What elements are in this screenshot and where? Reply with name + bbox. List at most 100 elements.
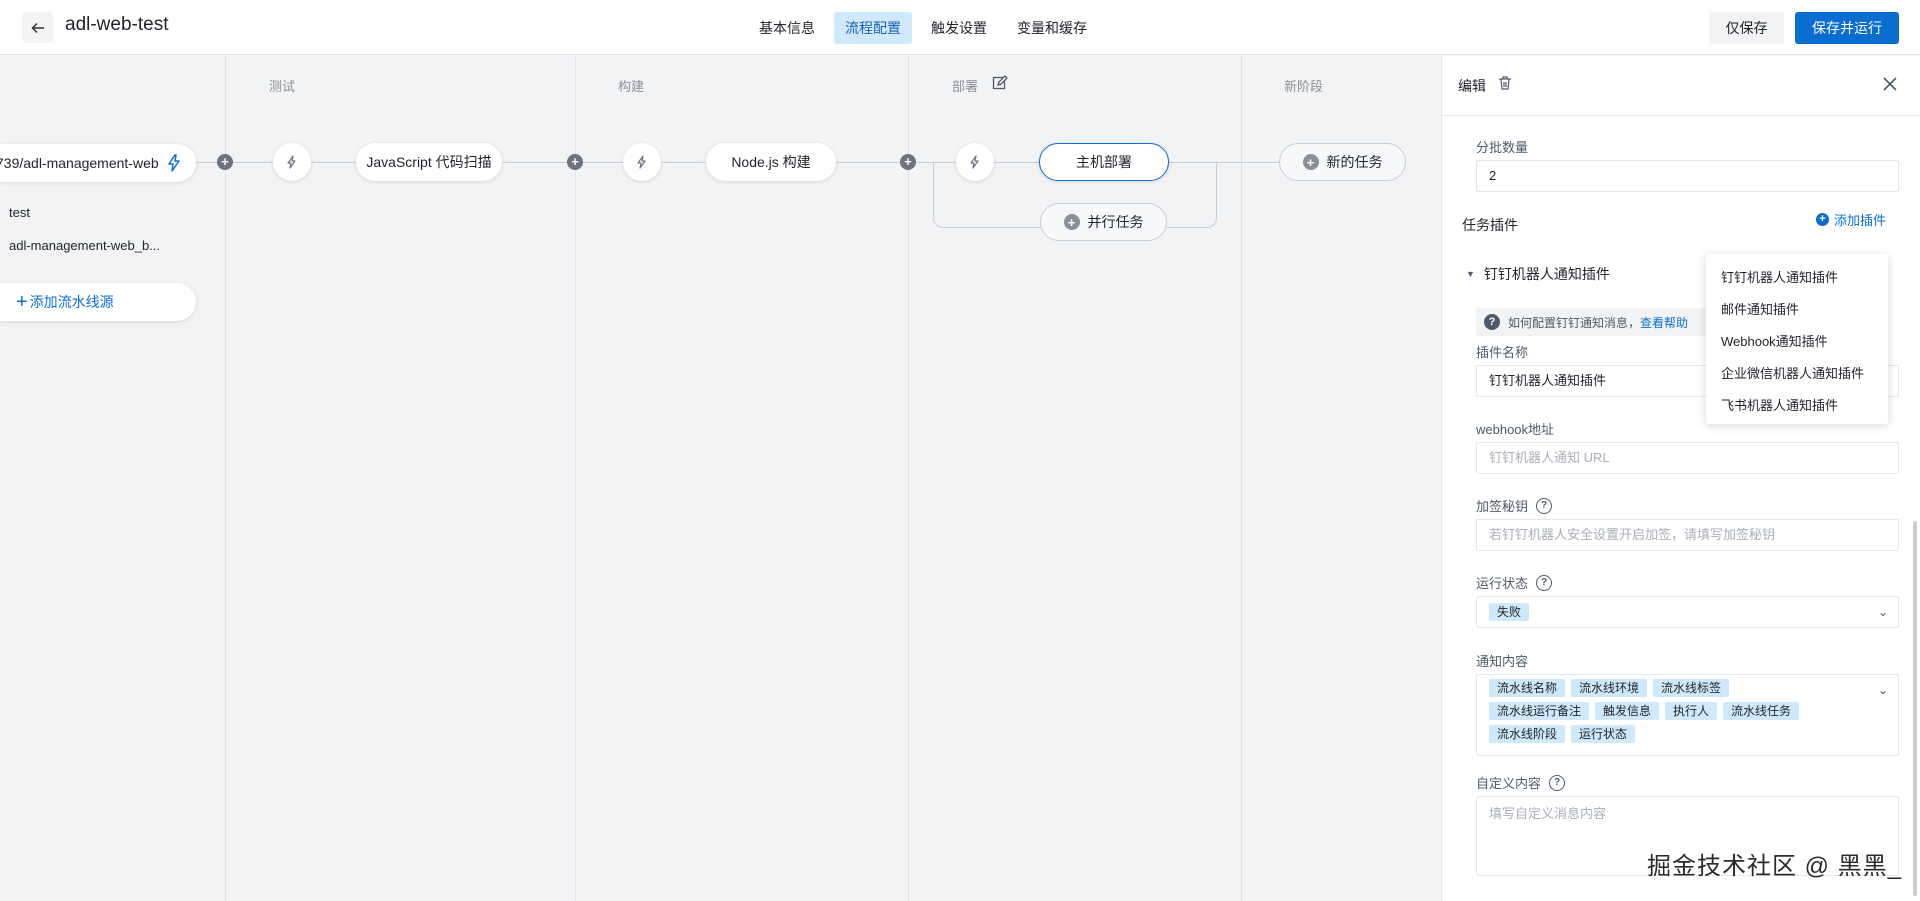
source-branch-item: adl-management-web_b... (9, 238, 161, 253)
arrow-left-icon (30, 22, 44, 33)
parallel-task-label: 并行任务 (1087, 214, 1144, 230)
plus-circle-icon: + (1816, 213, 1829, 226)
plus-icon: + (16, 291, 28, 313)
back-button[interactable] (22, 12, 53, 43)
notify-tag[interactable]: 触发信息 (1595, 702, 1660, 720)
notify-content-label: 通知内容 (1476, 654, 1529, 669)
lightning-icon (637, 155, 646, 169)
panel-header: 编辑 (1442, 56, 1920, 116)
column-divider (908, 56, 909, 901)
dropdown-item-dingtalk[interactable]: 钉钉机器人通知插件 (1706, 262, 1888, 294)
stage-trigger-button[interactable] (623, 143, 661, 181)
dropdown-item-email[interactable]: 邮件通知插件 (1706, 294, 1888, 326)
column-divider (1241, 56, 1242, 901)
custom-content-label: 自定义内容 ? (1476, 773, 1566, 792)
tab-flow-config[interactable]: 流程配置 (834, 12, 912, 44)
lightning-icon[interactable] (167, 154, 181, 172)
secret-label: 加签秘钥 ? (1476, 496, 1553, 515)
plugin-collapse-header[interactable]: ▼ 钉钉机器人通知插件 (1466, 264, 1610, 284)
help-banner: ? 如何配置钉钉通知消息， 查看帮助 (1476, 308, 1706, 336)
page-title: adl-web-test (65, 14, 169, 35)
add-pipeline-source-button[interactable]: + 添加流水线源 (0, 283, 196, 321)
run-status-label-text: 运行状态 (1476, 576, 1529, 591)
run-status-select[interactable]: 失败 ⌄ (1476, 596, 1899, 628)
top-header: adl-web-test 基本信息 流程配置 触发设置 变量和缓存 仅保存 保存… (0, 0, 1920, 55)
stage-label-build[interactable]: 构建 (618, 76, 644, 95)
help-circle-icon[interactable]: ? (1536, 497, 1553, 514)
column-divider (575, 56, 576, 901)
caret-down-icon: ▼ (1466, 269, 1475, 279)
notify-tag[interactable]: 流水线名称 (1489, 679, 1566, 697)
run-status-label: 运行状态 ? (1476, 573, 1553, 592)
plus-circle-icon: + (1063, 214, 1080, 230)
tab-basic-info[interactable]: 基本信息 (748, 12, 826, 44)
add-source-label: 添加流水线源 (29, 294, 114, 310)
add-plugin-label: 添加插件 (1834, 213, 1887, 228)
notify-tag[interactable]: 流水线运行备注 (1489, 702, 1590, 720)
add-plugin-button[interactable]: + 添加插件 (1816, 210, 1886, 229)
edit-icon[interactable] (992, 75, 1008, 91)
source-branch-item: test (9, 205, 30, 220)
stage-label-deploy[interactable]: 部署 (952, 76, 978, 95)
task-node[interactable]: Node.js 构建 (706, 143, 836, 181)
notify-tag[interactable]: 执行人 (1665, 702, 1718, 720)
dropdown-item-feishu[interactable]: 飞书机器人通知插件 (1706, 390, 1888, 422)
tab-trigger-settings[interactable]: 触发设置 (920, 12, 998, 44)
save-and-run-button[interactable]: 保存并运行 (1795, 12, 1899, 44)
panel-scrollbar[interactable] (1913, 521, 1917, 896)
task-plugins-title: 任务插件 (1462, 217, 1518, 233)
notify-content-select[interactable]: 流水线名称 流水线环境 流水线标签流水线运行备注 触发信息 执行人 流水线任务流水线阶段运… (1476, 674, 1899, 756)
webhook-label: webhook地址 (1476, 422, 1555, 437)
secret-input[interactable]: 若钉钉机器人安全设置开启加签，请填写加签秘钥 (1476, 519, 1899, 551)
pipeline-source-name: 739/adl-management-web (0, 155, 159, 171)
question-icon: ? (1484, 314, 1500, 330)
edit-panel: 编辑 分批数量 2 任务插件 + 添加插件 ▼ 钉钉机器人通知插件 ? 如何配置… (1441, 56, 1920, 901)
add-stage-plus-icon[interactable]: + (900, 154, 916, 170)
batch-count-input[interactable]: 2 (1476, 160, 1899, 192)
add-new-task-button[interactable]: + 新的任务 (1279, 143, 1406, 181)
lightning-icon (970, 155, 979, 169)
trash-icon[interactable] (1497, 75, 1513, 91)
chevron-down-icon: ⌄ (1877, 683, 1888, 697)
notify-tag[interactable]: 流水线标签 (1653, 679, 1730, 697)
new-task-label: 新的任务 (1326, 154, 1383, 170)
help-circle-icon[interactable]: ? (1536, 574, 1553, 591)
secret-label-text: 加签秘钥 (1476, 499, 1529, 514)
pipeline-canvas: 测试 构建 部署 新阶段 739/adl-management-web test… (0, 56, 1440, 901)
notify-tag[interactable]: 流水线阶段 (1489, 725, 1566, 743)
task-node[interactable]: JavaScript 代码扫描 (356, 143, 502, 181)
lightning-icon (287, 155, 296, 169)
plugin-name-label: 插件名称 (1476, 345, 1529, 360)
panel-title: 编辑 (1458, 78, 1486, 94)
stage-label-new[interactable]: 新阶段 (1284, 76, 1323, 95)
stage-trigger-button[interactable] (956, 143, 994, 181)
notify-tag[interactable]: 运行状态 (1571, 725, 1636, 743)
dropdown-item-webhook[interactable]: Webhook通知插件 (1706, 326, 1888, 358)
plugin-type-dropdown: 钉钉机器人通知插件 邮件通知插件 Webhook通知插件 企业微信机器人通知插件… (1706, 254, 1888, 424)
chevron-down-icon: ⌄ (1877, 605, 1888, 619)
notify-tag[interactable]: 流水线任务 (1723, 702, 1800, 720)
batch-count-label: 分批数量 (1476, 140, 1529, 155)
stage-label-test[interactable]: 测试 (269, 76, 295, 95)
plus-circle-icon: + (1302, 154, 1319, 170)
close-icon[interactable] (1880, 74, 1900, 94)
stage-trigger-button[interactable] (273, 143, 311, 181)
notify-tag[interactable]: 流水线环境 (1571, 679, 1648, 697)
plugin-header-label: 钉钉机器人通知插件 (1483, 266, 1610, 282)
watermark: 掘金技术社区 @ 黑黑_ (1647, 853, 1903, 880)
help-link[interactable]: 查看帮助 (1640, 314, 1688, 331)
tab-variables-cache[interactable]: 变量和缓存 (1006, 12, 1098, 44)
status-tag[interactable]: 失败 (1489, 603, 1530, 621)
custom-content-label-text: 自定义内容 (1476, 776, 1542, 791)
save-only-button[interactable]: 仅保存 (1709, 12, 1784, 44)
dropdown-item-wecom[interactable]: 企业微信机器人通知插件 (1706, 358, 1888, 390)
add-stage-plus-icon[interactable]: + (217, 154, 233, 170)
column-divider (225, 56, 226, 901)
webhook-input[interactable]: 钉钉机器人通知 URL (1476, 442, 1899, 474)
nav-tabs: 基本信息 流程配置 触发设置 变量和缓存 (748, 12, 1098, 44)
pipeline-source-card[interactable]: 739/adl-management-web (0, 144, 196, 182)
help-circle-icon[interactable]: ? (1549, 774, 1566, 791)
add-parallel-task-button[interactable]: + 并行任务 (1040, 203, 1167, 241)
task-node-selected[interactable]: 主机部署 (1039, 143, 1169, 181)
add-stage-plus-icon[interactable]: + (567, 154, 583, 170)
